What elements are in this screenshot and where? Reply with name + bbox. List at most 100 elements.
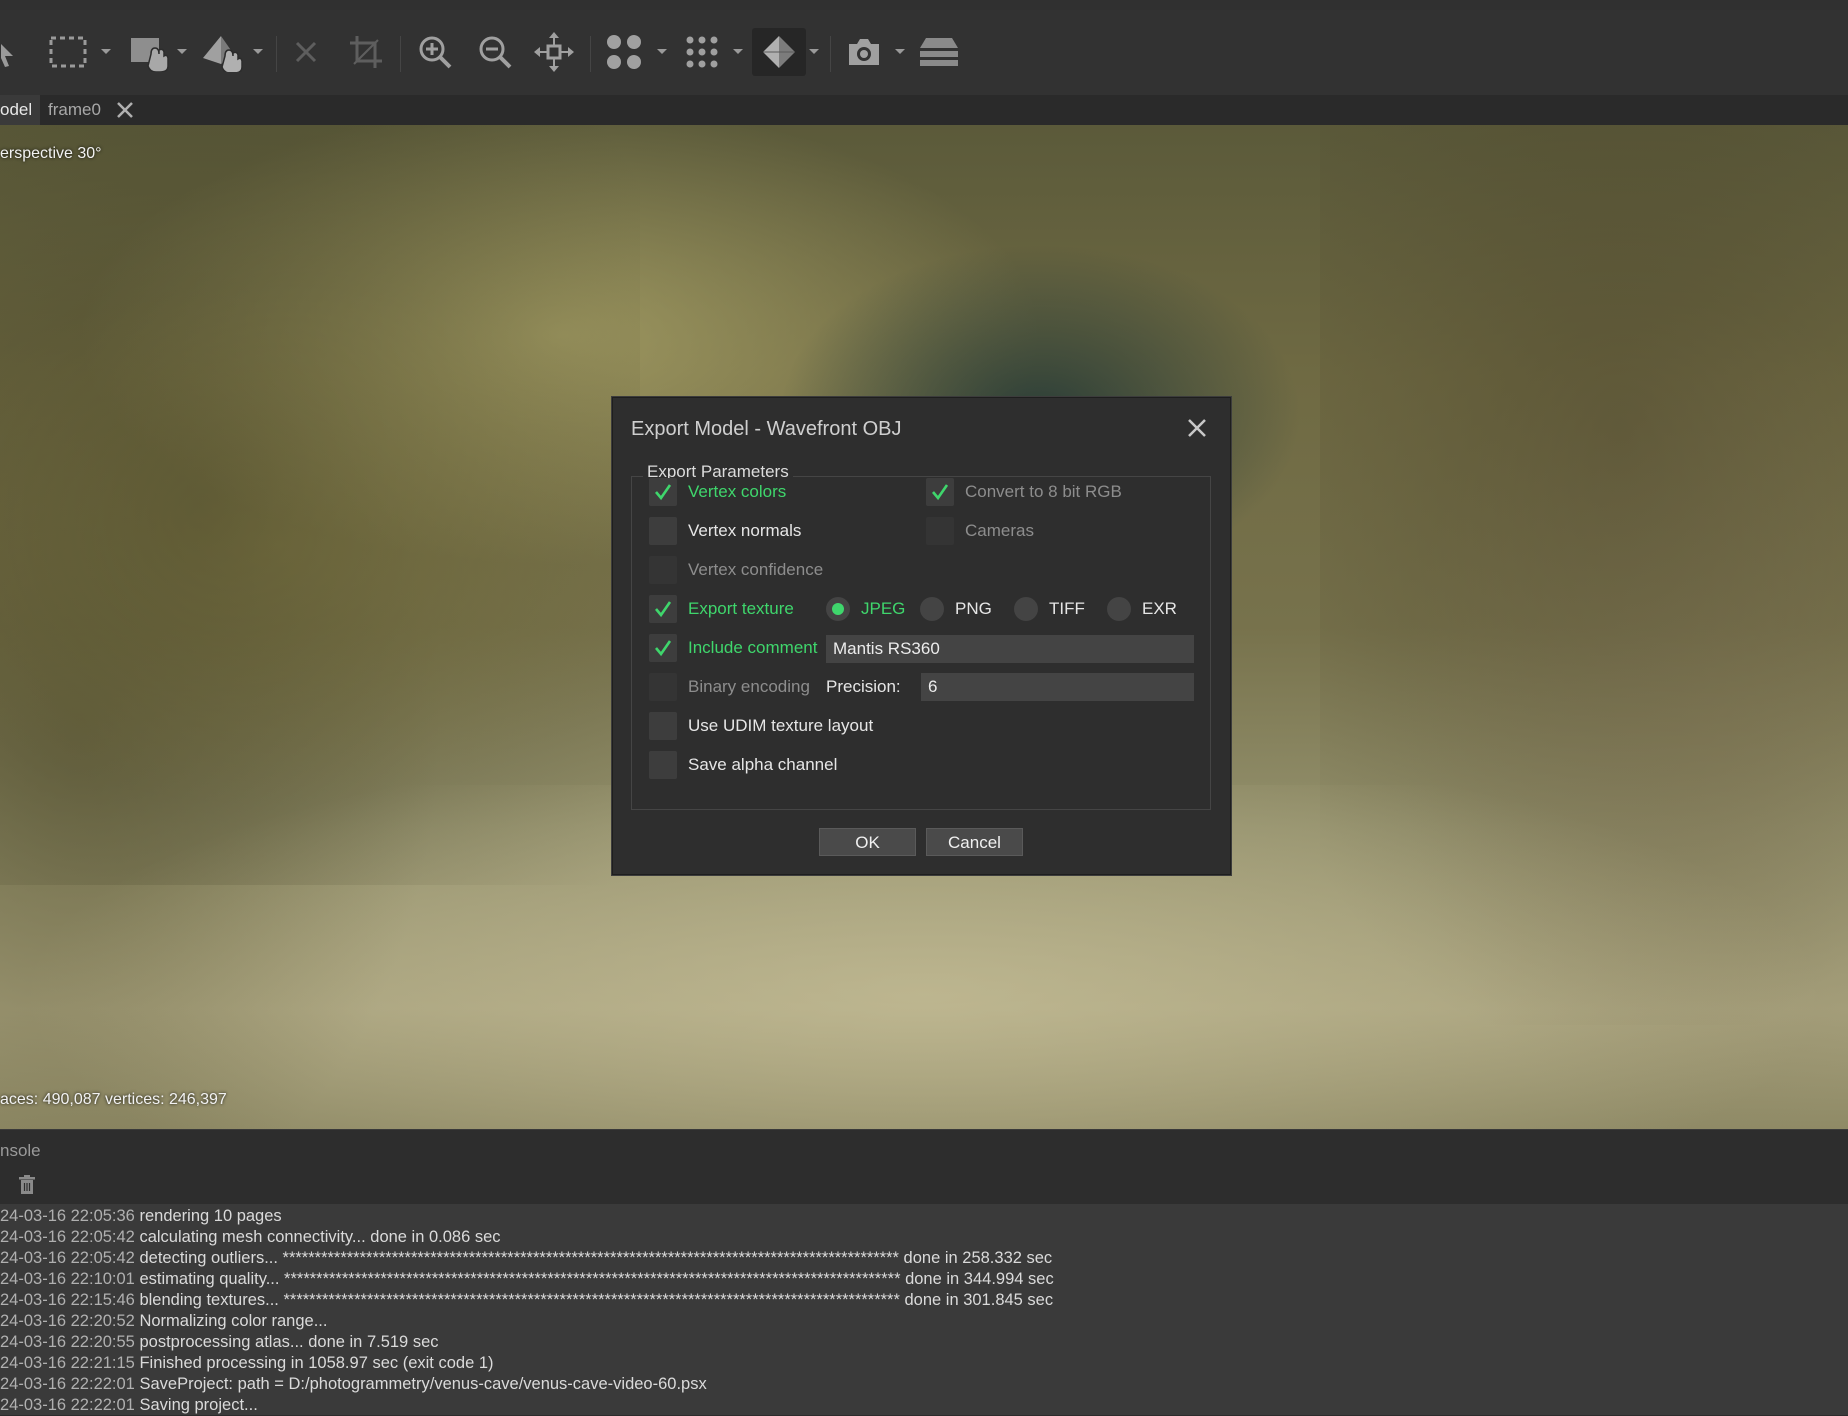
checkmark-icon: [932, 484, 949, 501]
log-message: SaveProject: path = D:/photogrammetry/ve…: [139, 1375, 707, 1393]
checkmark-icon: [655, 640, 672, 657]
log-line: 24-03-16 22:20:52 Normalizing color rang…: [0, 1311, 327, 1332]
format-tiff-radio[interactable]: [1014, 597, 1038, 621]
log-message: estimating quality... ******************…: [139, 1270, 1054, 1288]
trash-icon[interactable]: [18, 1175, 36, 1195]
save-alpha-label: Save alpha channel: [688, 755, 838, 774]
point-cloud-icon[interactable]: [602, 28, 646, 76]
log-timestamp: 24-03-16 22:22:01: [0, 1396, 135, 1414]
log-message: Normalizing color range...: [139, 1312, 328, 1330]
cameras-checkbox[interactable]: [926, 517, 954, 545]
log-timestamp: 24-03-16 22:22:01: [0, 1375, 135, 1393]
chevron-down-icon[interactable]: [894, 48, 906, 56]
toolbar-divider: [400, 36, 401, 72]
cave-wall-left: [0, 125, 640, 885]
log-line: 24-03-16 22:05:42 calculating mesh conne…: [0, 1227, 501, 1248]
close-icon[interactable]: [1186, 417, 1208, 439]
precision-input[interactable]: [921, 673, 1194, 701]
log-timestamp: 24-03-16 22:20:52: [0, 1312, 135, 1330]
cancel-button[interactable]: Cancel: [926, 828, 1023, 856]
comment-input[interactable]: [826, 635, 1194, 663]
chevron-down-icon[interactable]: [656, 48, 668, 56]
binary-encoding-checkbox[interactable]: [649, 673, 677, 701]
reset-view-icon[interactable]: [532, 28, 576, 76]
crop-icon[interactable]: [346, 28, 386, 76]
vertex-colors-checkbox[interactable]: [649, 478, 677, 506]
convert-8bit-label: Convert to 8 bit RGB: [965, 482, 1122, 501]
chevron-down-icon[interactable]: [808, 48, 820, 56]
tab-model[interactable]: odel: [0, 95, 41, 125]
checkmark-icon: [655, 484, 672, 501]
layers-icon[interactable]: [916, 28, 962, 76]
udim-label: Use UDIM texture layout: [688, 716, 874, 735]
log-timestamp: 24-03-16 22:10:01: [0, 1270, 135, 1288]
chevron-down-icon[interactable]: [732, 48, 744, 56]
document-tabs: odel frame0: [0, 95, 1848, 125]
export-texture-checkbox[interactable]: [649, 595, 677, 623]
udim-checkbox[interactable]: [649, 712, 677, 740]
console-log[interactable]: 24-03-16 22:05:36 rendering 10 pages 24-…: [0, 1204, 1848, 1415]
log-line: 24-03-16 22:05:42 detecting outliers... …: [0, 1248, 1052, 1269]
log-line: 24-03-16 22:15:46 blending textures... *…: [0, 1290, 1053, 1311]
toolbar-divider: [590, 36, 591, 72]
log-message: calculating mesh connectivity... done in…: [139, 1228, 501, 1246]
console-title: nsole: [0, 1141, 41, 1160]
toolbar-divider: [830, 36, 831, 72]
log-timestamp: 24-03-16 22:20:55: [0, 1333, 135, 1351]
log-line: 24-03-16 22:22:01 Saving project...: [0, 1395, 258, 1416]
include-comment-checkbox[interactable]: [649, 634, 677, 662]
zoom-in-icon[interactable]: [414, 28, 456, 76]
chevron-down-icon[interactable]: [252, 48, 264, 56]
export-model-dialog: Export Model - Wavefront OBJ Export Para…: [612, 397, 1231, 875]
main-toolbar: [0, 10, 1848, 95]
log-timestamp: 24-03-16 22:21:15: [0, 1354, 135, 1372]
toolbar-divider: [276, 36, 277, 72]
zoom-out-icon[interactable]: [474, 28, 516, 76]
log-message: detecting outliers... ******************…: [139, 1249, 1053, 1267]
brush-selection-icon[interactable]: [126, 28, 172, 76]
close-icon[interactable]: [116, 101, 134, 119]
log-timestamp: 24-03-16 22:05:42: [0, 1228, 135, 1246]
log-timestamp: 24-03-16 22:05:42: [0, 1249, 135, 1267]
log-line: 24-03-16 22:05:36 rendering 10 pages: [0, 1206, 282, 1227]
title-strip: [0, 0, 1848, 10]
log-timestamp: 24-03-16 22:05:36: [0, 1207, 135, 1225]
format-tiff-label: TIFF: [1049, 599, 1085, 618]
cameras-label: Cameras: [965, 521, 1034, 540]
format-exr-label: EXR: [1142, 599, 1177, 618]
model-shaded-icon[interactable]: [752, 28, 806, 76]
format-jpeg-radio[interactable]: [826, 597, 850, 621]
dialog-title: Export Model - Wavefront OBJ: [631, 418, 902, 440]
camera-capture-icon[interactable]: [842, 28, 886, 76]
export-texture-label: Export texture: [688, 599, 794, 618]
vertex-colors-label: Vertex colors: [688, 482, 787, 501]
rectangle-selection-icon[interactable]: [46, 28, 90, 76]
log-line: 24-03-16 22:20:55 postprocessing atlas..…: [0, 1332, 439, 1353]
checkmark-icon: [655, 601, 672, 618]
model-stats-label: aces: 490,087 vertices: 246,397: [0, 1091, 227, 1108]
ok-button[interactable]: OK: [819, 828, 916, 856]
format-png-label: PNG: [955, 599, 992, 618]
format-exr-radio[interactable]: [1107, 597, 1131, 621]
select-arrow-icon[interactable]: [0, 28, 26, 76]
log-message: blending textures... *******************…: [139, 1291, 1054, 1309]
format-jpeg-label: JPEG: [861, 599, 906, 618]
log-line: 24-03-16 22:10:01 estimating quality... …: [0, 1269, 1054, 1290]
format-png-radio[interactable]: [920, 597, 944, 621]
projection-label: erspective 30°: [0, 145, 102, 162]
navigation-mode-icon[interactable]: [198, 28, 248, 76]
save-alpha-checkbox[interactable]: [649, 751, 677, 779]
log-message: postprocessing atlas... done in 7.519 se…: [139, 1333, 439, 1351]
dense-cloud-icon[interactable]: [680, 28, 724, 76]
chevron-down-icon[interactable]: [100, 48, 112, 56]
vertex-normals-checkbox[interactable]: [649, 517, 677, 545]
convert-8bit-checkbox[interactable]: [926, 478, 954, 506]
vertex-confidence-checkbox[interactable]: [649, 556, 677, 584]
log-line: 24-03-16 22:22:01 SaveProject: path = D:…: [0, 1374, 707, 1395]
chevron-down-icon[interactable]: [176, 48, 188, 56]
delete-icon[interactable]: [288, 28, 324, 76]
include-comment-label: Include comment: [688, 638, 818, 657]
precision-label: Precision:: [826, 677, 901, 696]
log-message: rendering 10 pages: [139, 1207, 282, 1225]
tab-frame0[interactable]: frame0: [48, 95, 101, 125]
